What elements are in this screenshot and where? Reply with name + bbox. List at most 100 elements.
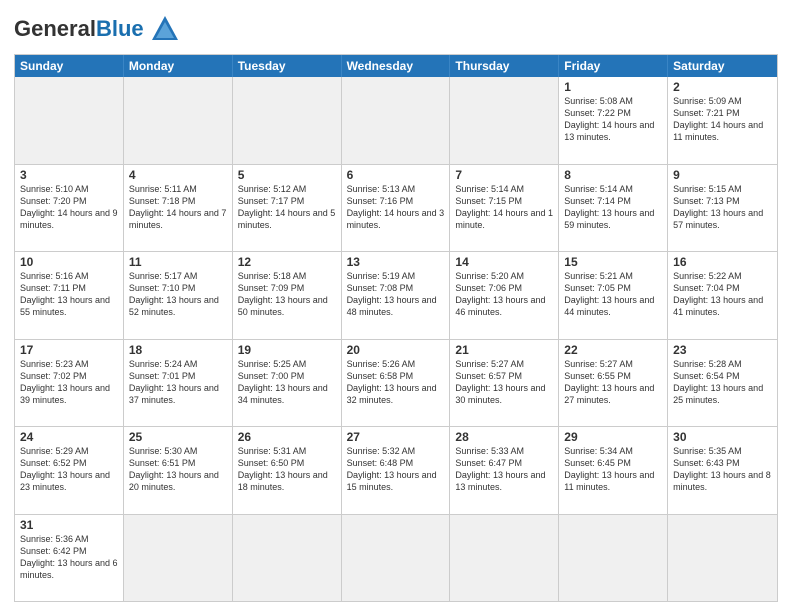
day-info: Sunrise: 5:33 AM Sunset: 6:47 PM Dayligh… bbox=[455, 445, 553, 494]
day-number: 12 bbox=[238, 255, 336, 269]
day-number: 24 bbox=[20, 430, 118, 444]
day-number: 8 bbox=[564, 168, 662, 182]
day-cell-31: 31Sunrise: 5:36 AM Sunset: 6:42 PM Dayli… bbox=[15, 515, 124, 602]
day-number: 30 bbox=[673, 430, 772, 444]
day-cell-24: 24Sunrise: 5:29 AM Sunset: 6:52 PM Dayli… bbox=[15, 427, 124, 514]
day-cell-11: 11Sunrise: 5:17 AM Sunset: 7:10 PM Dayli… bbox=[124, 252, 233, 339]
day-cell-17: 17Sunrise: 5:23 AM Sunset: 7:02 PM Dayli… bbox=[15, 340, 124, 427]
day-cell-13: 13Sunrise: 5:19 AM Sunset: 7:08 PM Dayli… bbox=[342, 252, 451, 339]
day-number: 22 bbox=[564, 343, 662, 357]
day-cell-26: 26Sunrise: 5:31 AM Sunset: 6:50 PM Dayli… bbox=[233, 427, 342, 514]
day-cell-6: 6Sunrise: 5:13 AM Sunset: 7:16 PM Daylig… bbox=[342, 165, 451, 252]
day-cell-15: 15Sunrise: 5:21 AM Sunset: 7:05 PM Dayli… bbox=[559, 252, 668, 339]
day-cell-10: 10Sunrise: 5:16 AM Sunset: 7:11 PM Dayli… bbox=[15, 252, 124, 339]
empty-cell bbox=[233, 515, 342, 602]
day-cell-23: 23Sunrise: 5:28 AM Sunset: 6:54 PM Dayli… bbox=[668, 340, 777, 427]
day-info: Sunrise: 5:27 AM Sunset: 6:57 PM Dayligh… bbox=[455, 358, 553, 407]
empty-cell bbox=[124, 77, 233, 164]
day-info: Sunrise: 5:14 AM Sunset: 7:14 PM Dayligh… bbox=[564, 183, 662, 232]
header: GeneralBlue bbox=[14, 12, 778, 46]
calendar-body: 1Sunrise: 5:08 AM Sunset: 7:22 PM Daylig… bbox=[15, 77, 777, 601]
day-cell-25: 25Sunrise: 5:30 AM Sunset: 6:51 PM Dayli… bbox=[124, 427, 233, 514]
day-info: Sunrise: 5:26 AM Sunset: 6:58 PM Dayligh… bbox=[347, 358, 445, 407]
day-number: 4 bbox=[129, 168, 227, 182]
day-info: Sunrise: 5:34 AM Sunset: 6:45 PM Dayligh… bbox=[564, 445, 662, 494]
day-info: Sunrise: 5:22 AM Sunset: 7:04 PM Dayligh… bbox=[673, 270, 772, 319]
day-number: 9 bbox=[673, 168, 772, 182]
day-number: 28 bbox=[455, 430, 553, 444]
empty-cell bbox=[342, 515, 451, 602]
day-info: Sunrise: 5:17 AM Sunset: 7:10 PM Dayligh… bbox=[129, 270, 227, 319]
day-cell-18: 18Sunrise: 5:24 AM Sunset: 7:01 PM Dayli… bbox=[124, 340, 233, 427]
calendar-row-2: 10Sunrise: 5:16 AM Sunset: 7:11 PM Dayli… bbox=[15, 251, 777, 339]
day-number: 31 bbox=[20, 518, 118, 532]
day-number: 17 bbox=[20, 343, 118, 357]
calendar-row-3: 17Sunrise: 5:23 AM Sunset: 7:02 PM Dayli… bbox=[15, 339, 777, 427]
day-cell-28: 28Sunrise: 5:33 AM Sunset: 6:47 PM Dayli… bbox=[450, 427, 559, 514]
day-info: Sunrise: 5:08 AM Sunset: 7:22 PM Dayligh… bbox=[564, 95, 662, 144]
day-number: 21 bbox=[455, 343, 553, 357]
day-info: Sunrise: 5:31 AM Sunset: 6:50 PM Dayligh… bbox=[238, 445, 336, 494]
day-info: Sunrise: 5:36 AM Sunset: 6:42 PM Dayligh… bbox=[20, 533, 118, 582]
day-number: 5 bbox=[238, 168, 336, 182]
day-number: 13 bbox=[347, 255, 445, 269]
day-cell-4: 4Sunrise: 5:11 AM Sunset: 7:18 PM Daylig… bbox=[124, 165, 233, 252]
empty-cell bbox=[233, 77, 342, 164]
day-cell-20: 20Sunrise: 5:26 AM Sunset: 6:58 PM Dayli… bbox=[342, 340, 451, 427]
day-number: 14 bbox=[455, 255, 553, 269]
day-number: 29 bbox=[564, 430, 662, 444]
day-info: Sunrise: 5:21 AM Sunset: 7:05 PM Dayligh… bbox=[564, 270, 662, 319]
empty-cell bbox=[559, 515, 668, 602]
weekday-header-tuesday: Tuesday bbox=[233, 55, 342, 77]
day-info: Sunrise: 5:18 AM Sunset: 7:09 PM Dayligh… bbox=[238, 270, 336, 319]
day-cell-7: 7Sunrise: 5:14 AM Sunset: 7:15 PM Daylig… bbox=[450, 165, 559, 252]
empty-cell bbox=[668, 515, 777, 602]
empty-cell bbox=[450, 77, 559, 164]
day-number: 15 bbox=[564, 255, 662, 269]
day-info: Sunrise: 5:09 AM Sunset: 7:21 PM Dayligh… bbox=[673, 95, 772, 144]
weekday-header-thursday: Thursday bbox=[450, 55, 559, 77]
logo-text: GeneralBlue bbox=[14, 18, 144, 40]
day-number: 25 bbox=[129, 430, 227, 444]
day-info: Sunrise: 5:25 AM Sunset: 7:00 PM Dayligh… bbox=[238, 358, 336, 407]
day-cell-16: 16Sunrise: 5:22 AM Sunset: 7:04 PM Dayli… bbox=[668, 252, 777, 339]
day-cell-8: 8Sunrise: 5:14 AM Sunset: 7:14 PM Daylig… bbox=[559, 165, 668, 252]
day-info: Sunrise: 5:13 AM Sunset: 7:16 PM Dayligh… bbox=[347, 183, 445, 232]
day-number: 10 bbox=[20, 255, 118, 269]
day-info: Sunrise: 5:11 AM Sunset: 7:18 PM Dayligh… bbox=[129, 183, 227, 232]
day-number: 7 bbox=[455, 168, 553, 182]
logo-blue: Blue bbox=[96, 16, 144, 41]
day-cell-5: 5Sunrise: 5:12 AM Sunset: 7:17 PM Daylig… bbox=[233, 165, 342, 252]
day-info: Sunrise: 5:27 AM Sunset: 6:55 PM Dayligh… bbox=[564, 358, 662, 407]
weekday-header-friday: Friday bbox=[559, 55, 668, 77]
calendar-header: SundayMondayTuesdayWednesdayThursdayFrid… bbox=[15, 55, 777, 77]
day-info: Sunrise: 5:29 AM Sunset: 6:52 PM Dayligh… bbox=[20, 445, 118, 494]
calendar-row-5: 31Sunrise: 5:36 AM Sunset: 6:42 PM Dayli… bbox=[15, 514, 777, 602]
day-number: 11 bbox=[129, 255, 227, 269]
empty-cell bbox=[124, 515, 233, 602]
day-number: 6 bbox=[347, 168, 445, 182]
day-number: 18 bbox=[129, 343, 227, 357]
weekday-header-sunday: Sunday bbox=[15, 55, 124, 77]
logo: GeneralBlue bbox=[14, 12, 182, 46]
day-cell-9: 9Sunrise: 5:15 AM Sunset: 7:13 PM Daylig… bbox=[668, 165, 777, 252]
day-info: Sunrise: 5:24 AM Sunset: 7:01 PM Dayligh… bbox=[129, 358, 227, 407]
logo-general: General bbox=[14, 16, 96, 41]
logo-icon bbox=[148, 12, 182, 46]
day-info: Sunrise: 5:19 AM Sunset: 7:08 PM Dayligh… bbox=[347, 270, 445, 319]
day-number: 16 bbox=[673, 255, 772, 269]
day-cell-1: 1Sunrise: 5:08 AM Sunset: 7:22 PM Daylig… bbox=[559, 77, 668, 164]
calendar-row-1: 3Sunrise: 5:10 AM Sunset: 7:20 PM Daylig… bbox=[15, 164, 777, 252]
day-info: Sunrise: 5:23 AM Sunset: 7:02 PM Dayligh… bbox=[20, 358, 118, 407]
page: GeneralBlue SundayMondayTuesdayWednesday… bbox=[0, 0, 792, 612]
day-number: 20 bbox=[347, 343, 445, 357]
weekday-header-wednesday: Wednesday bbox=[342, 55, 451, 77]
day-cell-27: 27Sunrise: 5:32 AM Sunset: 6:48 PM Dayli… bbox=[342, 427, 451, 514]
weekday-header-monday: Monday bbox=[124, 55, 233, 77]
day-info: Sunrise: 5:16 AM Sunset: 7:11 PM Dayligh… bbox=[20, 270, 118, 319]
empty-cell bbox=[342, 77, 451, 164]
day-cell-12: 12Sunrise: 5:18 AM Sunset: 7:09 PM Dayli… bbox=[233, 252, 342, 339]
day-cell-3: 3Sunrise: 5:10 AM Sunset: 7:20 PM Daylig… bbox=[15, 165, 124, 252]
day-info: Sunrise: 5:30 AM Sunset: 6:51 PM Dayligh… bbox=[129, 445, 227, 494]
day-cell-2: 2Sunrise: 5:09 AM Sunset: 7:21 PM Daylig… bbox=[668, 77, 777, 164]
